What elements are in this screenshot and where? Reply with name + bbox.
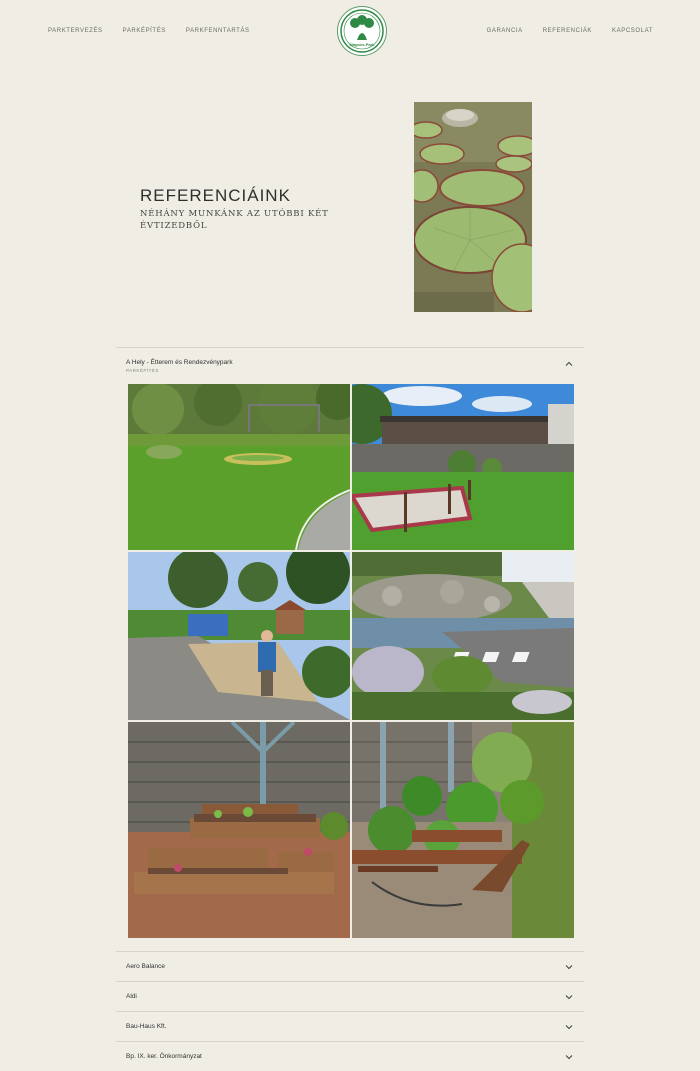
gallery-photo-rock-garden[interactable] <box>352 552 574 720</box>
accordion-item-aldi[interactable]: Aldi <box>116 981 584 1011</box>
reference-gallery <box>128 384 574 938</box>
accordion-item-bau-haus[interactable]: Bau-Haus Kft. <box>116 1011 584 1041</box>
nav-link-parkfenntartas[interactable]: Parkfenntartás <box>186 28 250 34</box>
logo-wordmark: Mágnes-Park <box>349 42 375 47</box>
nav-link-referenciak[interactable]: Referenciák <box>543 28 592 34</box>
chevron-down-icon <box>565 965 573 970</box>
hero-waterlily-photo <box>414 102 532 312</box>
accordion-header-a-hely[interactable]: A Hely - Étterem és Rendezvénypark Parké… <box>116 348 584 384</box>
nav-link-garancia[interactable]: Garancia <box>487 28 523 34</box>
accordion-title: Bau-Haus Kft. <box>126 1023 167 1030</box>
gallery-photo-terrace[interactable] <box>352 384 574 550</box>
nav-link-kapcsolat[interactable]: Kapcsolat <box>612 28 653 34</box>
chevron-down-icon <box>565 1025 573 1030</box>
gallery-photo-planted-beds[interactable] <box>352 722 574 938</box>
gallery-photo-gardener[interactable] <box>128 552 350 720</box>
nav-link-parkepites[interactable]: Parképítés <box>123 28 166 34</box>
nav-left-group: Parktervezés Parképítés Parkfenntartás <box>48 28 250 34</box>
accordion-title: Aldi <box>126 993 137 1000</box>
accordion-title: Bp. IX. ker. Önkormányzat <box>126 1053 202 1060</box>
top-navigation: Parktervezés Parképítés Parkfenntartás M… <box>0 0 700 64</box>
chevron-up-icon <box>565 361 573 366</box>
tree-logo-icon <box>340 9 384 53</box>
gallery-photo-lawn[interactable] <box>128 384 350 550</box>
accordion-tag: Parképítés <box>126 368 159 373</box>
accordion-item-bp-ix-ker[interactable]: Bp. IX. ker. Önkormányzat <box>116 1041 584 1071</box>
chevron-down-icon <box>565 1055 573 1060</box>
nav-right-group: Garancia Referenciák Kapcsolat <box>487 28 653 34</box>
references-accordion: A Hely - Étterem és Rendezvénypark Parké… <box>116 347 584 1071</box>
page-subtitle: NÉHÁNY MUNKÁNK AZ UTÓBBI KÉT ÉVTIZEDBŐL <box>140 209 329 231</box>
nav-link-parktervezes[interactable]: Parktervezés <box>48 28 103 34</box>
gallery-photo-raised-beds[interactable] <box>128 722 350 938</box>
accordion-title: A Hely - Étterem és Rendezvénypark <box>126 359 233 366</box>
chevron-down-icon <box>565 995 573 1000</box>
logo[interactable]: Mágnes-Park <box>337 6 387 56</box>
accordion-item-a-hely: A Hely - Étterem és Rendezvénypark Parké… <box>116 347 584 951</box>
accordion-item-aero-balance[interactable]: Aero Balance <box>116 951 584 981</box>
page-title: REFERENCIÁINK <box>140 186 291 205</box>
accordion-title: Aero Balance <box>126 963 166 970</box>
hero-text: REFERENCIÁINK NÉHÁNY MUNKÁNK AZ UTÓBBI K… <box>140 186 340 232</box>
